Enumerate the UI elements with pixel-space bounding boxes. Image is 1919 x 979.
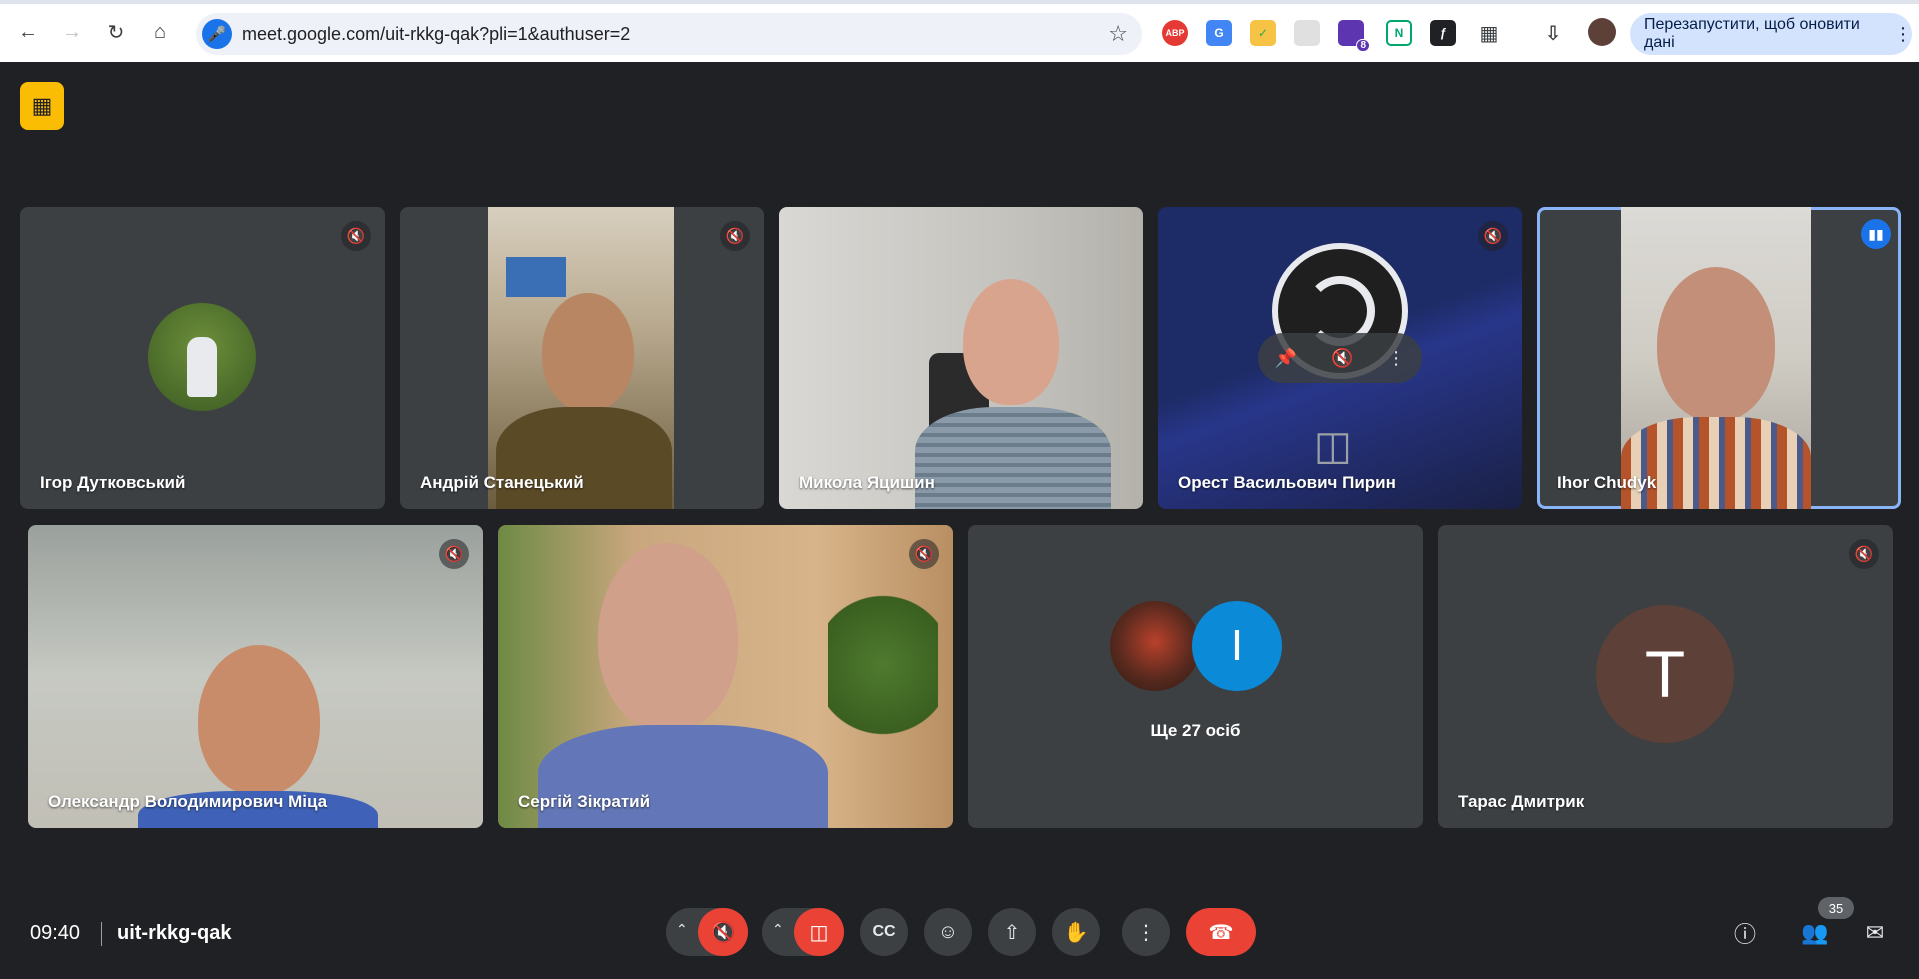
video-feed: [28, 525, 483, 828]
meeting-clock: 09:40: [30, 922, 81, 944]
tile-hover-controls: 📌 🔇 ⋮: [1258, 333, 1422, 383]
profile-avatar[interactable]: [1588, 18, 1616, 46]
pin-icon[interactable]: 📌: [1275, 348, 1297, 369]
back-arrow-icon[interactable]: ←: [10, 14, 46, 50]
participant-avatar: [148, 303, 256, 411]
n-extension-label: N: [1394, 26, 1404, 40]
others-count-label: Ще 27 осіб: [1150, 721, 1241, 740]
n-extension-icon[interactable]: N: [1386, 20, 1412, 46]
restart-update-label: Перезапустити, щоб оновити дані: [1644, 16, 1860, 51]
video-feed: [488, 207, 674, 509]
video-feed: [779, 207, 1143, 509]
divider: [101, 922, 102, 946]
translate-extension-icon[interactable]: G: [1206, 20, 1232, 46]
person-head: [598, 543, 738, 731]
participant-name: Андрій Станецький: [420, 473, 584, 492]
participant-tile[interactable]: T 🔇 Тарас Дмитрик: [1438, 525, 1893, 828]
adblock-extension-icon[interactable]: ABP: [1162, 20, 1188, 46]
muted-mic-icon: 🔇: [439, 539, 469, 569]
home-icon[interactable]: ⌂: [142, 14, 178, 50]
captions-off-icon[interactable]: ▦: [20, 82, 64, 130]
extension-badge: 8: [1356, 39, 1370, 52]
participant-tile[interactable]: 🔇 Андрій Станецький: [400, 207, 764, 509]
chat-icon[interactable]: ✉: [1860, 918, 1890, 948]
more-options-icon[interactable]: ⋮: [1387, 348, 1405, 369]
plant: [828, 565, 938, 765]
person-body: [915, 407, 1111, 509]
participant-tile[interactable]: 🔇 Ігор Дутковський: [20, 207, 385, 509]
user-check-extension-icon[interactable]: ✓: [1250, 20, 1276, 46]
adblock-label: ABP: [1165, 28, 1185, 38]
bookmark-star-icon[interactable]: ☆: [1108, 21, 1128, 47]
muted-mic-icon: 🔇: [1849, 539, 1879, 569]
browser-toolbar: ← → ↻ ⌂ 🎤 meet.google.com/uit-rkkg-qak?p…: [0, 0, 1919, 62]
muted-mic-icon: 🔇: [341, 221, 371, 251]
participant-name: Ihor Chudyk: [1557, 473, 1657, 492]
graduation-cap-extension-icon[interactable]: 8: [1338, 20, 1370, 52]
background-picture: [506, 257, 566, 297]
person-head: [542, 293, 634, 411]
participant-avatar-letter: I: [1192, 601, 1282, 691]
participant-name: Микола Яцишин: [799, 473, 935, 492]
person-body: [538, 725, 828, 828]
address-bar[interactable]: 🎤 meet.google.com/uit-rkkg-qak?pli=1&aut…: [196, 13, 1142, 55]
muted-mic-icon: 🔇: [1478, 221, 1508, 251]
function-extension-icon[interactable]: ƒ: [1430, 20, 1456, 46]
participant-name: Олександр Володимирович Міца: [48, 792, 328, 811]
video-options-caret-icon[interactable]: ⌃: [772, 921, 784, 938]
participant-name: Тарас Дмитрик: [1458, 792, 1585, 811]
more-options-button[interactable]: ⋮: [1122, 908, 1170, 956]
muted-mic-icon: 🔇: [909, 539, 939, 569]
emoji-reactions-button[interactable]: ☺: [924, 908, 972, 956]
participant-tile[interactable]: 📌 🔇 ⋮ ◫ 🔇 Орест Васильович Пирин: [1158, 207, 1522, 509]
camera-off-button[interactable]: ◫: [794, 908, 844, 956]
download-icon[interactable]: ⇩: [1540, 20, 1566, 46]
people-icon[interactable]: 👥: [1800, 918, 1830, 948]
meeting-stage: ▦ 🔇 Ігор Дутковський 🔇 Андрій Станецький…: [0, 62, 1919, 979]
meeting-info-icon[interactable]: ⓘ: [1730, 918, 1760, 948]
camera-off-icon: ◫: [1314, 424, 1352, 468]
leave-call-button[interactable]: ☎: [1186, 908, 1256, 956]
person-body: [496, 407, 672, 509]
person-figure: [187, 337, 217, 397]
reload-icon[interactable]: ↻: [98, 14, 134, 50]
participant-avatar-letter: T: [1596, 605, 1734, 743]
participant-avatar: [1110, 601, 1200, 691]
person-body: [1621, 417, 1811, 509]
video-feed: [498, 525, 953, 828]
participant-tile[interactable]: Микола Яцишин: [779, 207, 1143, 509]
participant-name: Орест Васильович Пирин: [1178, 473, 1396, 492]
more-vertical-icon: ⋮: [1894, 23, 1912, 44]
meeting-code: uit-rkkg-qak: [117, 922, 232, 944]
present-screen-button[interactable]: ⇧: [988, 908, 1036, 956]
participant-tile[interactable]: 🔇 Олександр Володимирович Міца: [28, 525, 483, 828]
meeting-controls-bar: 09:40 uit-rkkg-qak ⌃ 🔇 ⌃ ◫ CC ☺ ⇧ ✋ ⋮ ☎ …: [0, 892, 1919, 979]
microphone-icon[interactable]: 🎤: [202, 19, 232, 49]
function-extension-label: ƒ: [1439, 26, 1447, 40]
muted-mic-icon: 🔇: [720, 221, 750, 251]
participant-name: Ігор Дутковський: [40, 473, 186, 492]
restart-update-button[interactable]: Перезапустити, щоб оновити дані ⋮: [1630, 13, 1912, 55]
person-head: [1657, 267, 1775, 421]
raise-hand-button[interactable]: ✋: [1052, 908, 1100, 956]
person-head: [963, 279, 1059, 405]
video-feed: [1621, 207, 1811, 509]
participant-name: Сергій Зікратий: [518, 792, 651, 811]
extensions-puzzle-icon[interactable]: ▦: [1476, 20, 1502, 46]
grid-extension-icon[interactable]: [1294, 20, 1320, 46]
others-tile[interactable]: I Ще 27 осіб: [968, 525, 1423, 828]
microphone-muted-button[interactable]: 🔇: [698, 908, 748, 956]
audio-options-caret-icon[interactable]: ⌃: [676, 921, 688, 938]
captions-button[interactable]: CC: [860, 908, 908, 956]
person-head: [198, 645, 320, 795]
mute-participant-icon[interactable]: 🔇: [1331, 348, 1353, 369]
forward-arrow-icon[interactable]: →: [54, 14, 90, 50]
participant-tile[interactable]: 🔇 Сергій Зікратий: [498, 525, 953, 828]
speaking-indicator-icon: ▮▮: [1861, 219, 1891, 249]
address-url[interactable]: meet.google.com/uit-rkkg-qak?pli=1&authu…: [242, 24, 630, 45]
participants-count-badge: 35: [1818, 897, 1854, 919]
participant-tile[interactable]: ▮▮ Ihor Chudyk: [1537, 207, 1901, 509]
